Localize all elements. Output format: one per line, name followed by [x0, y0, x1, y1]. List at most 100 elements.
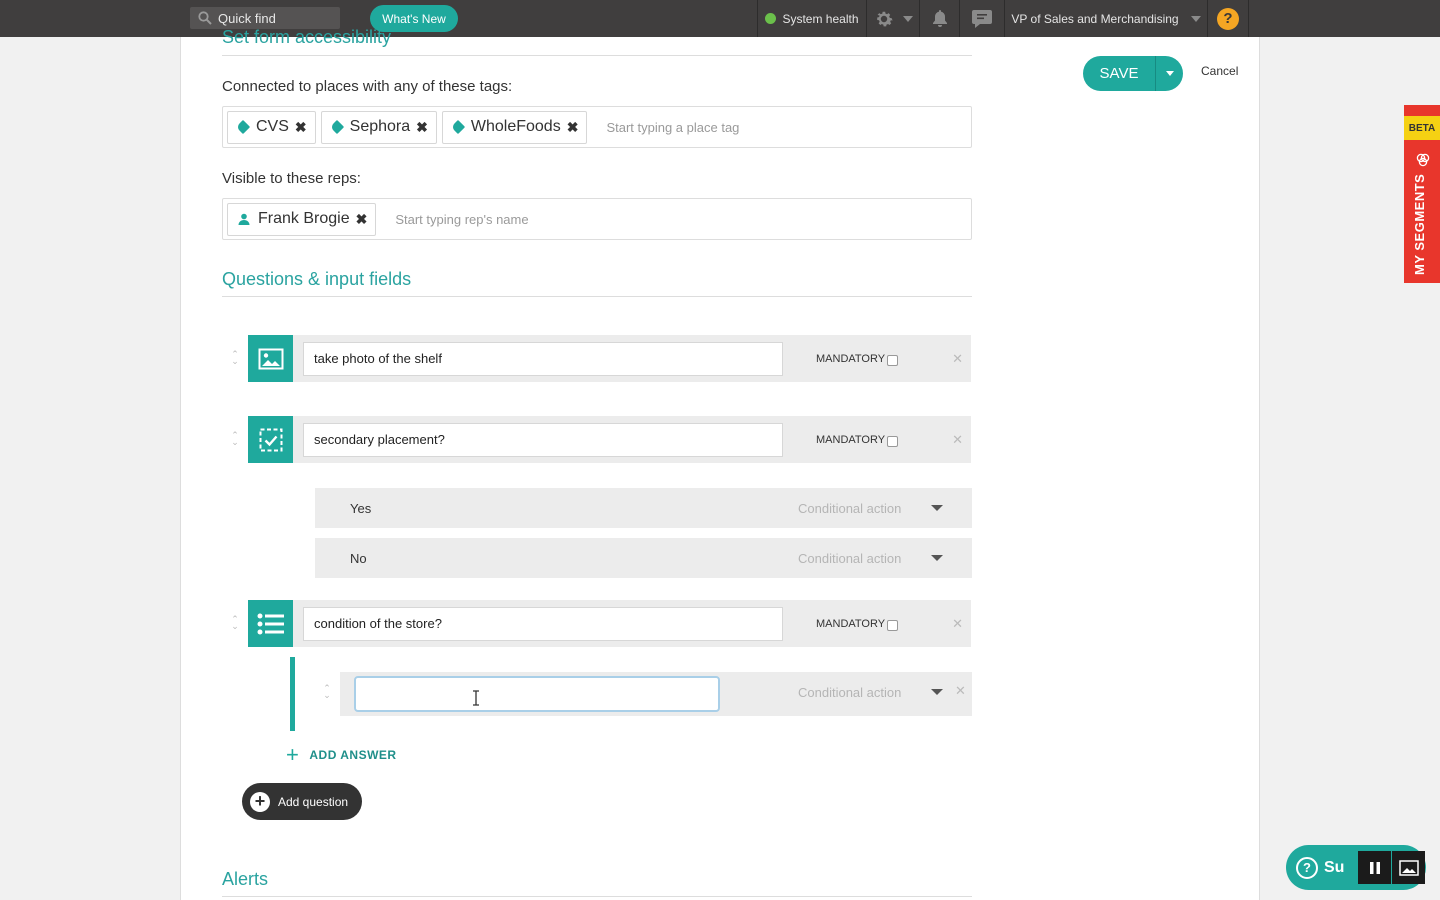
question-input[interactable] — [303, 606, 783, 641]
chevron-down-icon — [1165, 71, 1174, 76]
cancel-link[interactable]: Cancel — [1201, 64, 1238, 78]
form-editor — [180, 37, 1260, 900]
chat-icon — [972, 9, 992, 28]
option-row: Yes Conditional action — [315, 488, 972, 528]
add-question-button[interactable]: + Add question — [242, 783, 362, 820]
question-input[interactable] — [303, 341, 783, 376]
status-dot-icon — [765, 13, 777, 24]
picture-button[interactable] — [1392, 851, 1425, 884]
close-icon[interactable]: ✕ — [952, 432, 963, 448]
close-icon[interactable]: ✕ — [952, 616, 963, 632]
remove-tag-icon[interactable]: ✖ — [567, 119, 579, 136]
person-icon — [238, 213, 250, 225]
save-label: SAVE — [1083, 56, 1156, 91]
remove-tag-icon[interactable]: ✖ — [356, 211, 368, 228]
conditional-action[interactable]: Conditional action — [798, 501, 901, 516]
mandatory-label: MANDATORY — [816, 433, 886, 446]
place-tag-label: WholeFoods — [470, 118, 561, 135]
divider — [222, 896, 972, 897]
place-tag-label: CVS — [256, 118, 289, 135]
top-bar: What's New System health VP of Sales and… — [0, 0, 1440, 37]
help-button[interactable]: ? — [1207, 0, 1249, 37]
picture-icon — [1398, 859, 1419, 876]
question-row: MANDATORY ✕ — [248, 335, 971, 382]
add-question-label: Add question — [278, 794, 349, 809]
my-segments-label: MY SEGMENTS — [1412, 173, 1427, 275]
support-label: Su — [1324, 858, 1345, 876]
rep-input[interactable] — [395, 211, 696, 227]
chevron-down-icon[interactable] — [931, 505, 943, 511]
remove-tag-icon[interactable]: ✖ — [416, 119, 428, 136]
mandatory-checkbox[interactable] — [887, 620, 899, 631]
mandatory-label: MANDATORY — [816, 352, 886, 365]
save-options-dropdown[interactable] — [1156, 56, 1183, 91]
settings-menu[interactable] — [866, 0, 919, 37]
conditional-action[interactable]: Conditional action — [798, 685, 901, 700]
my-segments-tab[interactable]: BETA MY SEGMENTS — [1404, 105, 1440, 283]
option-row: No Conditional action — [315, 538, 972, 578]
text-cursor-icon — [473, 690, 479, 706]
option-label: No — [350, 550, 367, 566]
mandatory-toggle[interactable]: MANDATORY — [816, 616, 899, 631]
segments-icon — [1416, 153, 1430, 167]
place-tag-field[interactable]: CVS ✖ Sephora ✖ WholeFoods ✖ — [222, 106, 972, 148]
mandatory-label: MANDATORY — [816, 617, 886, 630]
drag-handle-icon[interactable]: ⌃ ⌄ — [322, 684, 332, 700]
bell-icon — [932, 9, 947, 27]
mandatory-toggle[interactable]: MANDATORY — [816, 351, 899, 366]
question-row: MANDATORY ✕ — [248, 416, 971, 463]
quick-find[interactable] — [190, 7, 340, 29]
mandatory-checkbox[interactable] — [887, 355, 899, 366]
user-menu[interactable]: VP of Sales and Merchandising — [1004, 0, 1207, 37]
mandatory-checkbox[interactable] — [887, 436, 899, 447]
save-button[interactable]: SAVE — [1083, 56, 1183, 91]
list-icon — [248, 600, 293, 647]
close-icon[interactable]: ✕ — [955, 683, 966, 699]
place-tag[interactable]: Sephora ✖ — [320, 110, 437, 144]
plus-icon: + — [286, 742, 300, 767]
answer-input[interactable] — [354, 676, 720, 712]
place-tag[interactable]: WholeFoods ✖ — [441, 110, 588, 144]
search-icon — [198, 11, 212, 25]
close-icon[interactable]: ✕ — [952, 351, 963, 367]
pause-icon — [1369, 861, 1380, 874]
tag-icon — [450, 119, 465, 135]
questions-title: Questions & input fields — [222, 269, 412, 289]
place-tag[interactable]: CVS ✖ — [227, 110, 316, 144]
question-input[interactable] — [303, 422, 783, 457]
answer-group-bar — [290, 657, 295, 731]
question-row: MANDATORY ✕ — [248, 600, 971, 647]
conditional-action[interactable]: Conditional action — [798, 551, 901, 566]
option-label: Yes — [350, 500, 372, 516]
add-answer-button[interactable]: + ADD ANSWER — [286, 742, 397, 768]
section-title: Set form accessibility — [222, 27, 392, 47]
notifications[interactable] — [919, 0, 959, 37]
image-icon — [248, 335, 293, 382]
add-answer-label: ADD ANSWER — [309, 748, 397, 762]
checkbox-icon — [248, 416, 293, 463]
chevron-down-icon[interactable] — [931, 689, 943, 695]
drag-handle-icon[interactable]: ⌃ ⌄ — [230, 431, 240, 447]
places-label: Connected to places with any of these ta… — [222, 78, 513, 95]
pause-button[interactable] — [1358, 851, 1391, 884]
rep-tag[interactable]: Frank Brogie ✖ — [227, 202, 377, 236]
system-health[interactable]: System health — [757, 0, 866, 37]
messages[interactable] — [959, 0, 1004, 37]
chevron-down-icon — [903, 15, 913, 22]
drag-handle-icon[interactable]: ⌃ ⌄ — [230, 615, 240, 631]
chevron-down-icon[interactable] — [931, 555, 943, 561]
user-role: VP of Sales and Merchandising — [1011, 11, 1179, 26]
answer-row: Conditional action ✕ — [340, 672, 972, 716]
divider — [222, 55, 972, 56]
place-tag-label: Sephora — [349, 118, 411, 135]
rep-tag-label: Frank Brogie — [258, 210, 350, 227]
drag-handle-icon[interactable]: ⌃ ⌄ — [230, 350, 240, 366]
place-tag-input[interactable] — [606, 119, 907, 135]
mandatory-toggle[interactable]: MANDATORY — [816, 432, 899, 447]
chevron-down-icon — [1190, 15, 1201, 22]
alerts-title: Alerts — [222, 869, 269, 889]
quick-find-input[interactable] — [218, 10, 328, 26]
gear-icon — [877, 11, 893, 26]
remove-tag-icon[interactable]: ✖ — [295, 119, 307, 136]
rep-field[interactable]: Frank Brogie ✖ — [222, 198, 972, 240]
